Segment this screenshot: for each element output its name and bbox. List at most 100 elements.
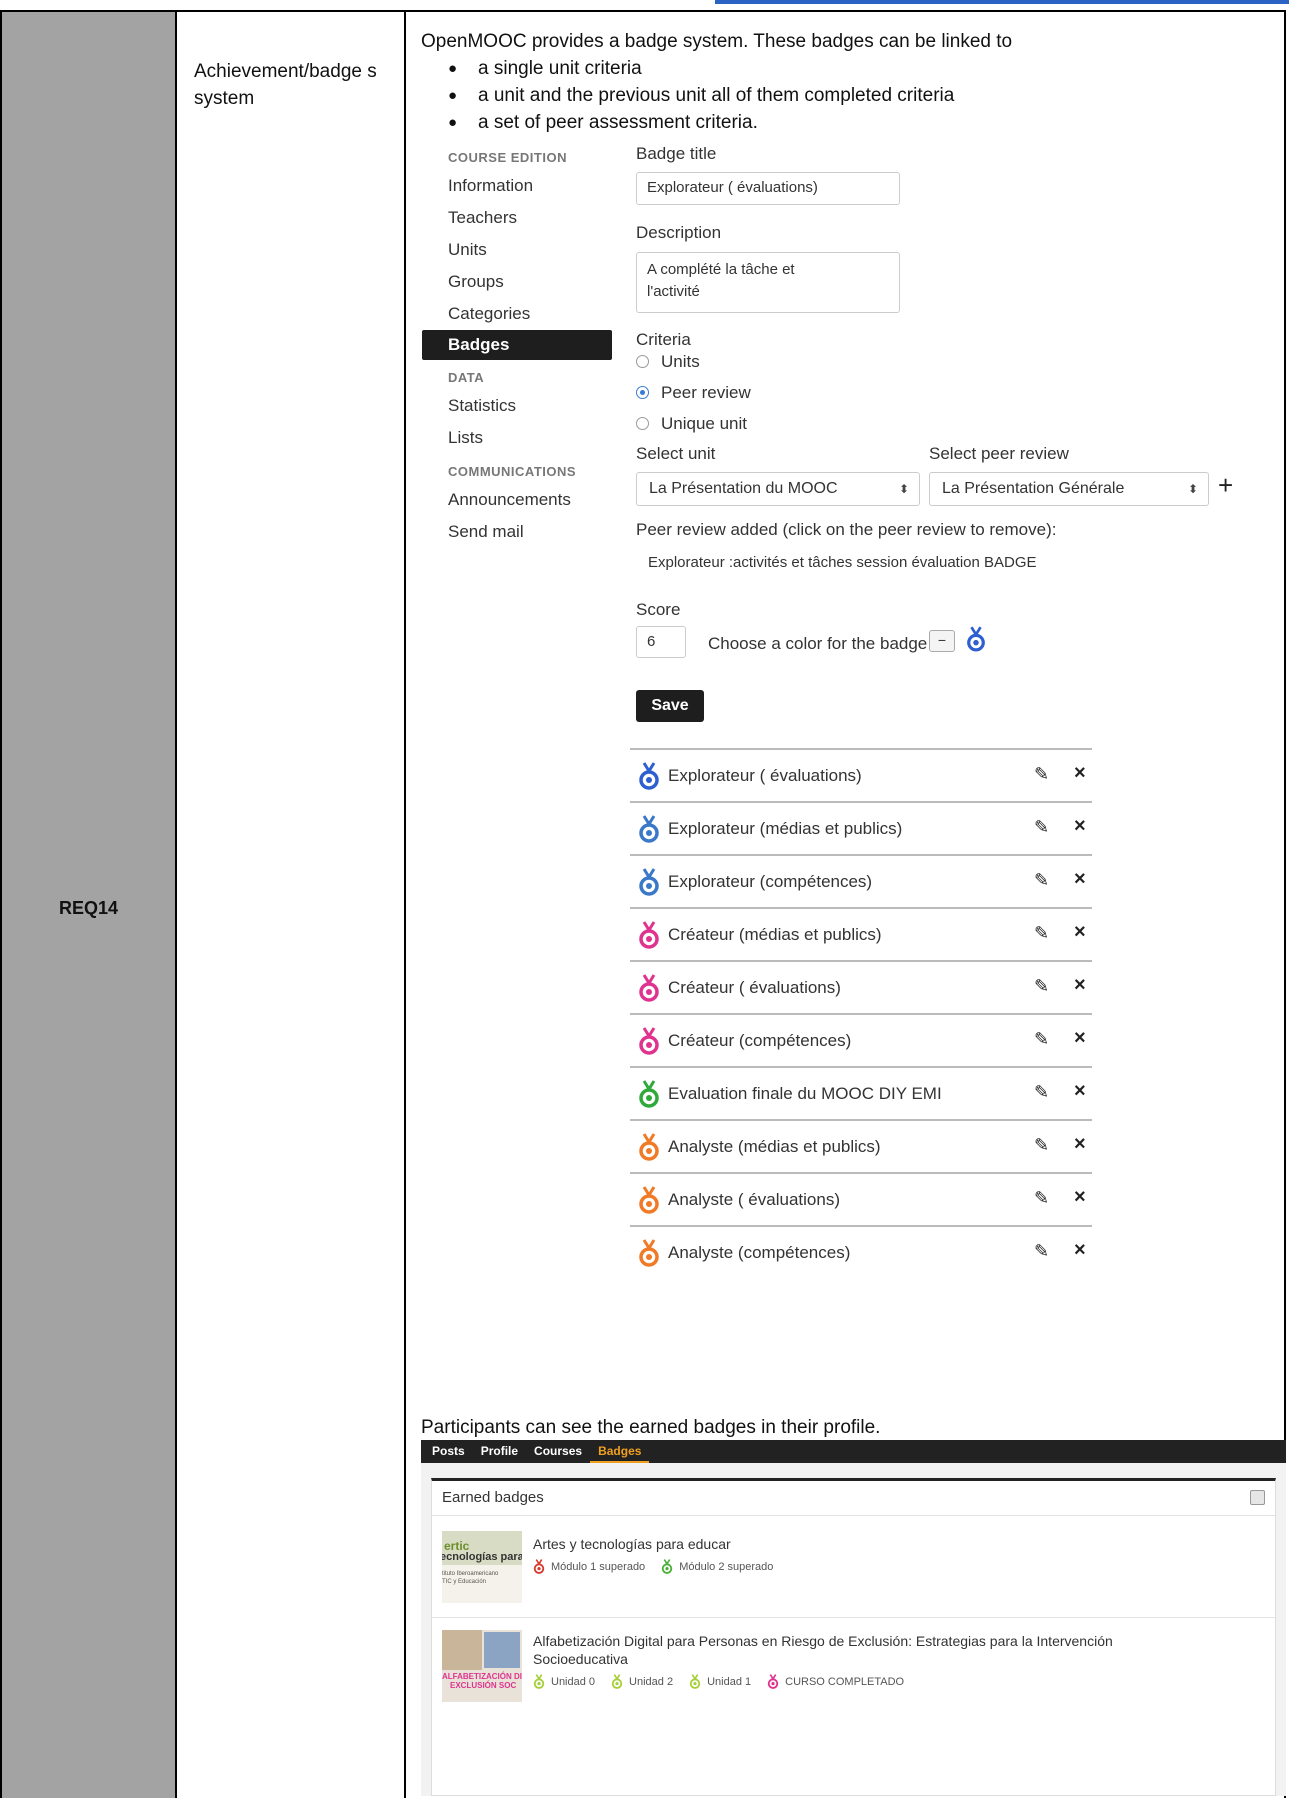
- course-title[interactable]: Artes y tecnologías para educar: [533, 1535, 1173, 1553]
- nav-heading-course-edition: COURSE EDITION: [448, 150, 567, 165]
- bullet-dot: ●: [448, 114, 458, 131]
- requirement-name: Achievement/badge s system: [194, 61, 377, 109]
- medal-icon: [639, 761, 659, 790]
- edit-icon[interactable]: ✎: [1034, 1082, 1049, 1103]
- requirement-table: REQ14 Achievement/badge s system OpenMOO…: [0, 10, 1286, 1798]
- sidebar-item-announcements[interactable]: Announcements: [422, 484, 612, 516]
- course-thumbnail: ALFABETIZACIÓN DIGI EXCLUSIÓN SOC: [442, 1630, 522, 1702]
- course-earned-badges: Módulo 1 superado Módulo 2 superado: [533, 1559, 789, 1574]
- score-input[interactable]: 6: [636, 626, 686, 658]
- edit-icon[interactable]: ✎: [1034, 764, 1049, 785]
- medal-icon: [639, 920, 659, 949]
- profile-nav: Posts Profile Courses Badges: [421, 1440, 1286, 1463]
- radio-unique-unit[interactable]: [636, 417, 649, 430]
- select-peer-review-label: Select peer review: [929, 444, 1069, 463]
- collapse-icon[interactable]: [1250, 1490, 1265, 1505]
- badge-title-input[interactable]: Explorateur ( évaluations): [636, 172, 900, 205]
- badge-name: Créateur (compétences): [668, 1030, 852, 1050]
- description-outro: Participants can see the earned badges i…: [421, 1417, 881, 1438]
- sidebar-item-statistics[interactable]: Statistics: [422, 390, 612, 422]
- earned-badge: Módulo 2 superado: [661, 1559, 773, 1574]
- earned-badges-title: Earned badges: [442, 1489, 544, 1506]
- badge-row: Evaluation finale du MOOC DIY EMI ✎ ×: [630, 1066, 1092, 1119]
- tab-badges[interactable]: Badges: [590, 1440, 650, 1463]
- requirement-id: REQ14: [59, 898, 119, 918]
- delete-icon[interactable]: ×: [1074, 1027, 1086, 1050]
- delete-icon[interactable]: ×: [1074, 762, 1086, 785]
- delete-icon[interactable]: ×: [1074, 1080, 1086, 1103]
- badge-list: Explorateur ( évaluations) ✎ × Explorateur …: [630, 748, 1092, 1278]
- sidebar-item-groups[interactable]: Groups: [422, 266, 612, 298]
- tab-profile[interactable]: Profile: [473, 1440, 526, 1463]
- bullet-item: ● a set of peer assessment criteria.: [421, 109, 1012, 136]
- sidebar-item-teachers[interactable]: Teachers: [422, 202, 612, 234]
- edit-icon[interactable]: ✎: [1034, 1135, 1049, 1156]
- tab-posts[interactable]: Posts: [424, 1440, 473, 1463]
- select-unit-dropdown[interactable]: La Présentation du MOOC ⬍: [636, 472, 920, 506]
- sidebar-item-information[interactable]: Information: [422, 170, 612, 202]
- edit-icon[interactable]: ✎: [1034, 923, 1049, 944]
- bullet-dot: ●: [448, 87, 458, 104]
- bullet-item: ● a unit and the previous unit all of the…: [421, 82, 1012, 109]
- badge-row: Créateur ( évaluations) ✎ ×: [630, 960, 1092, 1013]
- badge-name: Evaluation finale du MOOC DIY EMI: [668, 1083, 942, 1103]
- badge-row: Créateur (médias et publics) ✎ ×: [630, 907, 1092, 960]
- sidebar-item-badges[interactable]: Badges: [422, 330, 612, 360]
- select-arrows-icon: ⬍: [1187, 482, 1198, 496]
- medal-icon: [639, 1132, 659, 1161]
- nav-heading-communications: COMMUNICATIONS: [448, 464, 577, 479]
- edit-icon[interactable]: ✎: [1034, 1029, 1049, 1050]
- badge-name: Créateur (médias et publics): [668, 924, 882, 944]
- delete-icon[interactable]: ×: [1074, 1133, 1086, 1156]
- criteria-option-peer-review[interactable]: Peer review: [636, 377, 751, 408]
- description-textarea[interactable]: A complété la tâche et l'activité: [636, 252, 900, 313]
- medal-icon: [533, 1559, 545, 1574]
- earned-badges-card: Earned badges ertic ecnologías para ed t…: [431, 1478, 1276, 1796]
- medal-icon: [639, 1238, 659, 1267]
- edit-icon[interactable]: ✎: [1034, 976, 1049, 997]
- medal-icon: [639, 1079, 659, 1108]
- badge-row: Analyste ( évaluations) ✎ ×: [630, 1172, 1092, 1225]
- edit-icon[interactable]: ✎: [1034, 817, 1049, 838]
- sidebar-item-lists[interactable]: Lists: [422, 422, 612, 454]
- medal-icon: [611, 1674, 623, 1689]
- delete-icon[interactable]: ×: [1074, 868, 1086, 891]
- save-button[interactable]: Save: [636, 690, 704, 722]
- delete-icon[interactable]: ×: [1074, 974, 1086, 997]
- badge-row: Analyste (médias et publics) ✎ ×: [630, 1119, 1092, 1172]
- delete-icon[interactable]: ×: [1074, 921, 1086, 944]
- course-title[interactable]: Alfabetización Digital para Personas en …: [533, 1632, 1173, 1668]
- bullet-item: ● a single unit criteria: [421, 55, 1012, 82]
- delete-icon[interactable]: ×: [1074, 1186, 1086, 1209]
- intro-text: OpenMOOC provides a badge system. These …: [421, 31, 1013, 52]
- peer-review-added-item[interactable]: Explorateur :activités et tâches session…: [648, 554, 1037, 571]
- select-peer-review-dropdown[interactable]: La Présentation Générale ⬍: [929, 472, 1209, 506]
- course-item: ertic ecnologías para ed tituto Iberoame…: [432, 1525, 1275, 1618]
- badge-color-label: Choose a color for the badge: [708, 634, 928, 653]
- delete-icon[interactable]: ×: [1074, 815, 1086, 838]
- requirement-name-cell: Achievement/badge s system: [177, 12, 406, 1798]
- profile-screenshot: Posts Profile Courses Badges Earned badg…: [421, 1440, 1286, 1796]
- bullet-dot: ●: [448, 60, 458, 77]
- earned-badge: CURSO COMPLETADO: [767, 1674, 904, 1689]
- criteria-option-unique-unit[interactable]: Unique unit: [636, 408, 751, 439]
- criteria-option-units[interactable]: Units: [636, 346, 751, 377]
- sidebar-item-send-mail[interactable]: Send mail: [422, 516, 612, 548]
- sidebar-item-units[interactable]: Units: [422, 234, 612, 266]
- delete-icon[interactable]: ×: [1074, 1239, 1086, 1262]
- edit-icon[interactable]: ✎: [1034, 1241, 1049, 1262]
- badge-name: Analyste (compétences): [668, 1242, 851, 1262]
- badge-name: Analyste ( évaluations): [668, 1189, 840, 1209]
- tab-courses[interactable]: Courses: [526, 1440, 590, 1463]
- radio-units[interactable]: [636, 355, 649, 368]
- radio-peer-review[interactable]: [636, 386, 649, 399]
- edit-icon[interactable]: ✎: [1034, 870, 1049, 891]
- add-peer-review-button[interactable]: +: [1218, 470, 1233, 500]
- edit-icon[interactable]: ✎: [1034, 1188, 1049, 1209]
- color-picker-toggle[interactable]: −: [929, 630, 955, 652]
- sidebar-item-categories[interactable]: Categories: [422, 298, 612, 330]
- peer-review-added-label: Peer review added (click on the peer rev…: [636, 520, 1057, 539]
- badge-row: Analyste (compétences) ✎ ×: [630, 1225, 1092, 1278]
- medal-icon: [639, 867, 659, 896]
- medal-icon: [639, 1026, 659, 1055]
